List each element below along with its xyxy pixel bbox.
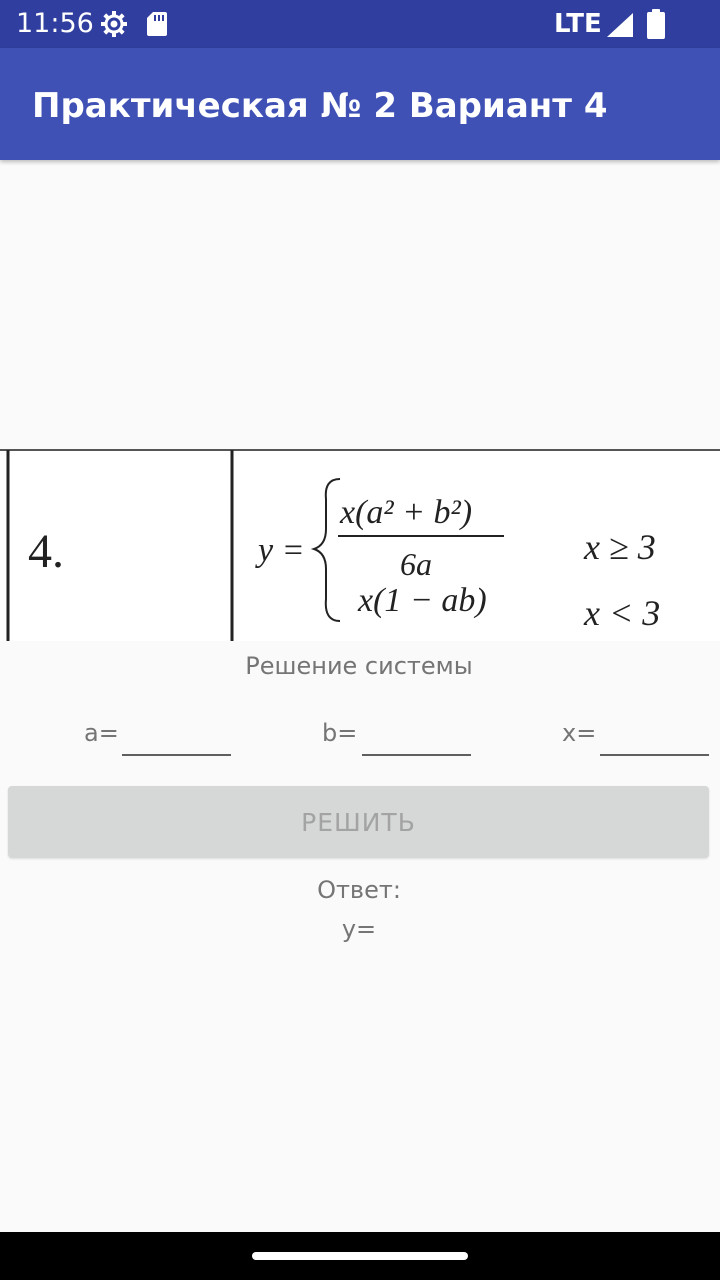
section-subtitle: Решение системы	[245, 652, 473, 680]
status-bar: 11:56 LTE	[0, 0, 720, 48]
network-type: LTE	[554, 9, 602, 39]
page-title: Практическая № 2 Вариант 4	[32, 86, 608, 126]
settings-gear-icon	[100, 10, 128, 42]
case1-denominator: 6a	[400, 546, 432, 582]
a-label: a=	[84, 719, 119, 747]
status-time: 11:56	[16, 8, 94, 39]
x-input[interactable]	[600, 708, 709, 756]
b-label: b=	[322, 719, 358, 747]
result-label: y=	[341, 915, 377, 943]
formula-lhs: y =	[255, 532, 305, 569]
case1-condition: x ≥ 3	[583, 527, 656, 567]
formula-brace	[310, 478, 341, 622]
b-input[interactable]	[362, 708, 471, 756]
case2-expression: x(1 − ab)	[357, 582, 487, 619]
task-number: 4.	[28, 525, 64, 578]
a-input[interactable]	[122, 708, 231, 756]
x-label: x=	[562, 719, 597, 747]
task-formula-image: 4. y = x(a² + b²) 6a x(1 − ab) x ≥ 3 x <…	[0, 449, 720, 641]
app-bar: Практическая № 2 Вариант 4	[0, 48, 720, 160]
case1-numerator: x(a² + b²)	[339, 494, 472, 531]
battery-icon	[646, 9, 666, 43]
signal-icon	[606, 12, 634, 42]
answer-label: Ответ:	[317, 876, 401, 904]
formula-table: 4. y = x(a² + b²) 6a x(1 − ab) x ≥ 3 x <…	[0, 449, 720, 641]
solve-button[interactable]: РЕШИТЬ	[8, 786, 709, 858]
sd-card-icon	[146, 11, 168, 41]
navigation-bar	[0, 1232, 720, 1280]
case2-condition: x < 3	[583, 593, 660, 633]
home-gesture-handle[interactable]	[252, 1252, 468, 1260]
